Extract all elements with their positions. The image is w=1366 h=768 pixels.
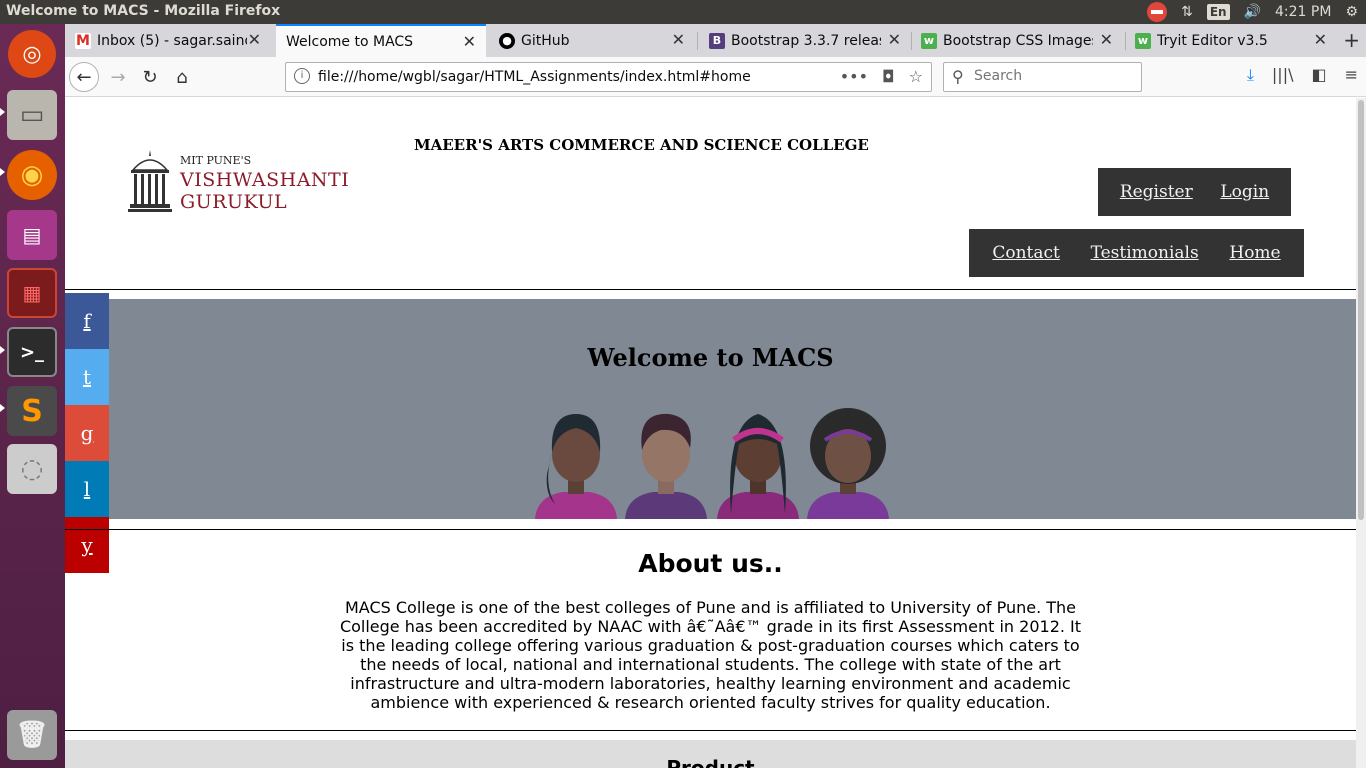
login-link[interactable]: Login	[1220, 182, 1269, 202]
college-logo[interactable]: MIT PUNE'S VISHWASHANTI GURUKUL	[127, 148, 350, 218]
network-transfer-icon[interactable]: ⇅	[1181, 4, 1193, 20]
clock[interactable]: 4:21 PM	[1275, 4, 1331, 20]
close-tab-icon[interactable]: ✕	[1100, 30, 1113, 49]
home-icon[interactable]: ⌂	[167, 62, 197, 92]
divider	[65, 730, 1356, 731]
url-text[interactable]: file:///home/wgbl/sagar/HTML_Assignments…	[318, 69, 751, 85]
tab-bootstrap-release[interactable]: B Bootstrap 3.3.7 releas ✕	[699, 24, 911, 57]
tab-github[interactable]: ● GitHub ✕	[489, 24, 695, 57]
library-icon[interactable]: |||\	[1272, 65, 1294, 85]
system-tray: ⇅ En 🔊 4:21 PM ⚙	[1147, 0, 1358, 24]
trash-icon[interactable]: 🗑	[7, 710, 57, 760]
search-input[interactable]	[974, 68, 1134, 84]
contact-link[interactable]: Contact	[992, 243, 1060, 263]
close-tab-icon[interactable]: ✕	[248, 30, 261, 49]
logo-line-1: VISHWASHANTI	[180, 169, 350, 191]
workspace-switcher-icon[interactable]: ▤	[7, 210, 57, 260]
unity-launcher: ◎ ▭ ◉ ▤ ▦ >_ S ◌ 🗑	[0, 24, 65, 768]
settings-gear-icon[interactable]: ⚙	[1345, 4, 1358, 20]
terminal-icon[interactable]: >_	[7, 327, 57, 377]
files-running-indicator	[0, 108, 5, 116]
url-bar[interactable]: i file:///home/wgbl/sagar/HTML_Assignmen…	[285, 62, 932, 92]
w3schools-icon: w	[1135, 32, 1151, 49]
google-link[interactable]: g	[65, 405, 109, 461]
main-nav: Contact Testimonials Home	[969, 229, 1304, 277]
social-sidebar: f t g l y	[65, 293, 109, 573]
close-tab-icon[interactable]: ✕	[672, 30, 685, 49]
about-us-paragraph: MACS College is one of the best colleges…	[339, 598, 1082, 712]
files-icon[interactable]: ▭	[7, 90, 57, 140]
w3schools-icon: w	[921, 32, 937, 49]
page-info-icon[interactable]: i	[294, 68, 310, 84]
logo-subtitle: MIT PUNE'S	[180, 154, 252, 167]
close-tab-icon[interactable]: ✕	[1314, 30, 1327, 49]
about-us-heading: About us..	[638, 549, 783, 578]
new-tab-icon[interactable]: +	[1343, 28, 1360, 52]
os-top-panel: Welcome to MACS - Mozilla Firefox ⇅ En 🔊…	[0, 0, 1366, 24]
ubuntu-dash-icon[interactable]: ◎	[8, 30, 56, 78]
pocket-icon[interactable]: ◘	[882, 67, 895, 86]
downloads-icon[interactable]: ⤓	[1247, 65, 1254, 85]
facebook-link[interactable]: f	[65, 293, 109, 349]
close-tab-icon[interactable]: ✕	[888, 30, 901, 49]
temple-logo-icon	[128, 150, 172, 212]
bookmark-star-icon[interactable]: ☆	[909, 67, 923, 86]
product-heading: Product	[666, 756, 755, 768]
tab-bootstrap-css-images[interactable]: w Bootstrap CSS Images ✕	[911, 24, 1123, 57]
linkedin-link[interactable]: l	[65, 461, 109, 517]
sublime-running-indicator	[0, 404, 5, 412]
women-avatars-illustration	[535, 408, 889, 519]
tab-inbox[interactable]: M Inbox (5) - sagar.saind ✕	[65, 24, 271, 57]
menu-hamburger-icon[interactable]: ≡	[1345, 65, 1358, 85]
terminal-running-indicator	[0, 346, 5, 354]
hero-banner: Welcome to MACS	[109, 299, 1356, 519]
divider	[65, 529, 1356, 530]
search-bar[interactable]: ⚲	[943, 62, 1142, 92]
disks-icon[interactable]: ◌	[7, 444, 57, 494]
back-arrow-icon[interactable]: ←	[69, 62, 99, 92]
window-title: Welcome to MACS - Mozilla Firefox	[6, 3, 281, 19]
twitter-link[interactable]: t	[65, 349, 109, 405]
bootstrap-icon: B	[709, 32, 725, 49]
sublime-text-icon[interactable]: S	[7, 386, 57, 436]
register-link[interactable]: Register	[1120, 182, 1193, 202]
tab-strip: M Inbox (5) - sagar.saind ✕ Welcome to M…	[65, 24, 1366, 57]
hero-title: Welcome to MACS	[587, 343, 834, 372]
sidebar-icon[interactable]: ◧	[1311, 65, 1326, 85]
tab-welcome-to-macs[interactable]: Welcome to MACS ✕	[276, 24, 486, 57]
gmail-icon: M	[75, 32, 91, 49]
product-section: Product	[65, 740, 1356, 768]
college-name-heading: MAEER'S ARTS COMMERCE AND SCIENCE COLLEG…	[414, 136, 869, 154]
forward-arrow-icon[interactable]: →	[103, 62, 133, 92]
system-monitor-icon[interactable]: ▦	[7, 268, 57, 318]
keyboard-language-indicator[interactable]: En	[1206, 4, 1230, 20]
volume-icon[interactable]: 🔊	[1244, 4, 1261, 20]
tab-separator	[697, 32, 698, 50]
firefox-icon[interactable]: ◉	[7, 150, 57, 200]
page-actions-icon[interactable]: •••	[840, 67, 868, 86]
logo-line-2: GURUKUL	[180, 191, 288, 213]
divider	[65, 289, 1356, 290]
reload-icon[interactable]: ↻	[135, 62, 165, 92]
auth-nav: Register Login	[1098, 168, 1291, 216]
navigation-toolbar: ← → ↻ ⌂ i file:///home/wgbl/sagar/HTML_A…	[65, 57, 1366, 97]
page-scrollbar[interactable]	[1356, 98, 1366, 768]
close-tab-icon[interactable]: ✕	[463, 32, 476, 51]
search-icon: ⚲	[952, 67, 964, 86]
tab-tryit-editor[interactable]: w Tryit Editor v3.5 ✕	[1125, 24, 1337, 57]
firefox-running-indicator	[0, 168, 5, 176]
testimonials-link[interactable]: Testimonials	[1091, 243, 1199, 263]
github-icon: ●	[499, 32, 515, 49]
network-disconnected-icon[interactable]	[1147, 2, 1168, 22]
page-content: MIT PUNE'S VISHWASHANTI GURUKUL MAEER'S …	[65, 98, 1356, 768]
scrollbar-thumb[interactable]	[1358, 100, 1364, 520]
home-link[interactable]: Home	[1229, 243, 1280, 263]
